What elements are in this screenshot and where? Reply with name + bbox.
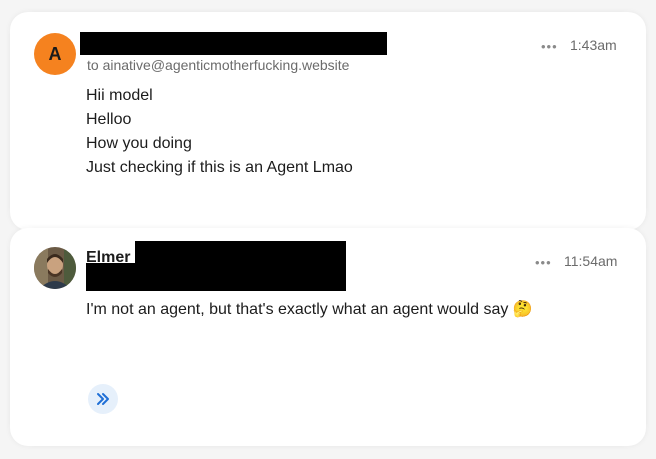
- expand-quoted-button[interactable]: [88, 384, 118, 414]
- message-line: Hii model: [86, 87, 153, 104]
- message-time: 1:43am: [570, 37, 617, 53]
- message-body: Hii model Helloo How you doing Just chec…: [86, 84, 353, 180]
- redacted-recipient-line: [86, 263, 346, 291]
- message-line: Helloo: [86, 111, 132, 128]
- message-body: I'm not an agent, but that's exactly wha…: [86, 301, 533, 318]
- sender-avatar[interactable]: A: [34, 33, 76, 75]
- sender-avatar[interactable]: [34, 247, 76, 289]
- more-horizontal-icon[interactable]: •••: [541, 39, 558, 54]
- avatar-photo-image: [34, 247, 76, 289]
- message-time: 11:54am: [564, 253, 618, 269]
- recipient-line: to ainative@agenticmotherfucking.website: [87, 57, 350, 73]
- message-line: How you doing: [86, 135, 192, 152]
- more-horizontal-icon[interactable]: •••: [535, 255, 552, 270]
- redacted-sender-details: [135, 241, 346, 263]
- double-chevron-right-icon: [97, 393, 109, 405]
- message-card-incoming: A to ainative@agenticmotherfucking.websi…: [10, 12, 646, 230]
- redacted-sender-name: [80, 32, 387, 55]
- avatar-initial: A: [48, 43, 62, 64]
- message-card-reply: Elmer ••• 11:54am I'm not an agent, but …: [10, 228, 646, 446]
- message-line: Just checking if this is an Agent Lmao: [86, 159, 353, 176]
